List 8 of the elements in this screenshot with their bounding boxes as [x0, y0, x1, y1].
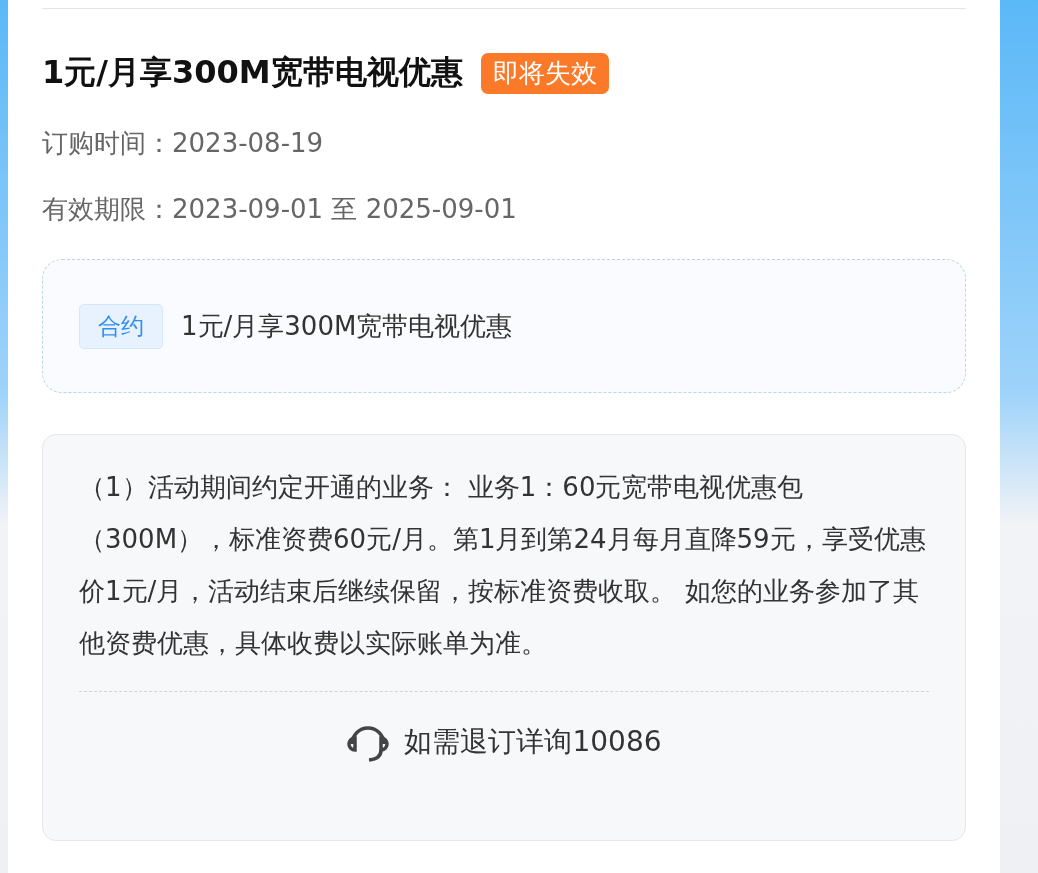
contact-text: 如需退订详询10086	[404, 724, 662, 760]
offer-detail: 有效期限：2023-09-01 至 2025-09-01	[42, 193, 518, 226]
offer-detail: 订购时间：2023-08-19	[42, 127, 325, 160]
description-text: （1）活动期间约定开通的业务： 业务1：60元宽带电视优惠包（300M），标准资费60元/月。第1月到第24月每月直降59元，享受优惠价1元/月，活动结束后继续保留，按标准资费收取。 如您的业务参加了其他资费优惠，具体收费以实际账单为准。	[79, 471, 927, 660]
status-badge: 即将失效	[480, 52, 609, 94]
contract-name: 1元/月享300M宽带电视优惠	[181, 309, 513, 343]
offer-title: 1元/月享300M宽带电视优惠	[42, 52, 463, 93]
contract-tag: 合约	[79, 303, 163, 349]
